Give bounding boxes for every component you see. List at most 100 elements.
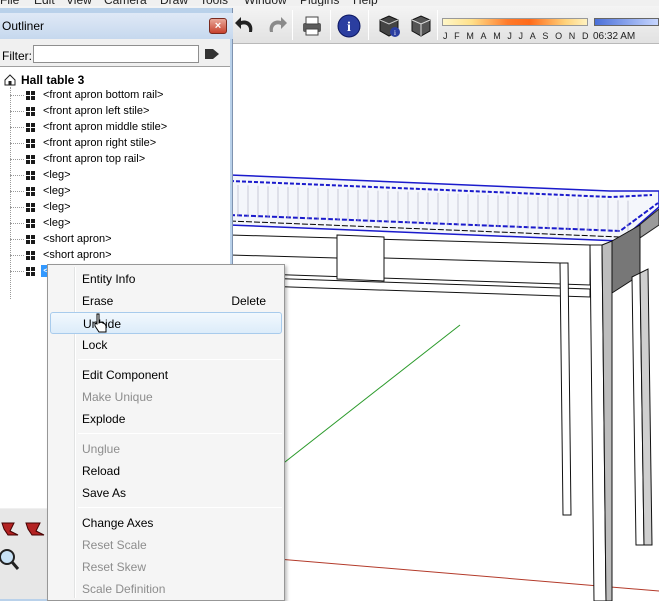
close-icon[interactable]: × bbox=[209, 18, 227, 34]
outliner-details-icon[interactable] bbox=[204, 46, 220, 62]
shadow-month-labels: JFMAMJJASOND bbox=[443, 31, 589, 43]
menu-item-unhide[interactable]: Unhide bbox=[50, 312, 282, 334]
filter-input[interactable] bbox=[33, 45, 199, 63]
menu-separator bbox=[78, 359, 282, 360]
outliner-item[interactable]: <short apron> bbox=[10, 231, 114, 247]
outliner-item-label: <front apron left stile> bbox=[43, 105, 150, 117]
menu-item-shortcut: Delete bbox=[231, 294, 266, 308]
month-label: A bbox=[529, 31, 537, 41]
menu-item-reset-skew: Reset Skew bbox=[50, 556, 282, 578]
outliner-item[interactable]: <leg> bbox=[10, 167, 73, 183]
menu-item-label: Explode bbox=[82, 412, 126, 426]
month-label: J bbox=[507, 31, 513, 41]
filter-label: Filter: bbox=[2, 49, 32, 63]
outliner-item-label: <front apron middle stile> bbox=[43, 121, 168, 133]
model-name: Hall table 3 bbox=[21, 73, 85, 87]
shadow-time-slider[interactable] bbox=[594, 18, 659, 26]
menu-item-entity-info[interactable]: Entity Info bbox=[50, 268, 282, 290]
menu-item-explode[interactable]: Explode bbox=[50, 408, 282, 430]
component-icon bbox=[26, 250, 35, 260]
undo-icon[interactable] bbox=[232, 12, 260, 40]
menu-item-label: Scale Definition bbox=[82, 582, 166, 596]
component-box-icon[interactable] bbox=[407, 12, 435, 40]
svg-text:i: i bbox=[347, 20, 351, 35]
outliner-item-label: <leg> bbox=[43, 217, 71, 229]
month-label: M bbox=[466, 31, 475, 41]
component-icon bbox=[26, 170, 35, 180]
component-icon bbox=[26, 106, 35, 116]
component-icon bbox=[26, 266, 35, 276]
month-label: N bbox=[568, 31, 576, 41]
month-label: J bbox=[518, 31, 524, 41]
menu-item-label: Reset Skew bbox=[82, 560, 147, 574]
month-label: S bbox=[542, 31, 549, 41]
shadow-time-label: 06:32 AM bbox=[593, 31, 636, 42]
month-label: A bbox=[480, 31, 488, 41]
menu-item-edit-component[interactable]: Edit Component bbox=[50, 364, 282, 386]
outliner-item[interactable]: <short apron> bbox=[10, 247, 114, 263]
svg-text:i: i bbox=[394, 29, 396, 37]
outliner-item[interactable]: <leg> bbox=[10, 183, 73, 199]
inner-leg bbox=[559, 262, 572, 516]
print-icon[interactable] bbox=[298, 12, 326, 40]
component-icon bbox=[26, 138, 35, 148]
outliner-item-label: <short apron> bbox=[43, 233, 112, 245]
tree-root[interactable]: Hall table 3 bbox=[4, 73, 84, 87]
outliner-item-label: <leg> bbox=[43, 185, 71, 197]
zoom-icon[interactable] bbox=[0, 549, 20, 570]
menu-item-unglue: Unglue bbox=[50, 438, 282, 460]
outliner-item-label: <leg> bbox=[43, 169, 71, 181]
menu-item-label: Reload bbox=[82, 464, 121, 478]
front-right-leg bbox=[589, 240, 613, 601]
outliner-item[interactable]: <front apron top rail> bbox=[10, 151, 147, 167]
model-home-icon bbox=[4, 74, 16, 86]
outliner-item[interactable]: <leg> bbox=[10, 215, 73, 231]
redo-icon[interactable] bbox=[262, 12, 290, 40]
outliner-item[interactable]: <front apron middle stile> bbox=[10, 119, 169, 135]
month-label: J bbox=[443, 31, 448, 41]
menu-item-make-unique: Make Unique bbox=[50, 386, 282, 408]
menu-separator bbox=[78, 507, 282, 508]
context-menu: Entity Info Erase Delete Unhide Lock Edit Com… bbox=[47, 264, 285, 601]
menu-item-lock[interactable]: Lock bbox=[50, 334, 282, 356]
month-label: D bbox=[581, 31, 589, 41]
outliner-item-label: <front apron top rail> bbox=[43, 153, 146, 165]
walk-icon[interactable] bbox=[1, 522, 19, 536]
menu-item-label: Entity Info bbox=[82, 272, 136, 286]
outliner-item[interactable]: <front apron right stile> bbox=[10, 135, 158, 151]
outliner-title-bar[interactable]: Outliner × bbox=[0, 13, 233, 39]
menu-item-scale-definition: Scale Definition bbox=[50, 578, 282, 600]
menu-item-reset-scale: Reset Scale bbox=[50, 534, 282, 556]
outliner-item-label: <leg> bbox=[43, 201, 71, 213]
component-icon bbox=[26, 218, 35, 228]
menu-item-label: Reset Scale bbox=[82, 538, 147, 552]
outliner-item-label: <front apron bottom rail> bbox=[43, 89, 164, 101]
menu-item-label: Save As bbox=[82, 486, 127, 500]
menu-item-change-axes[interactable]: Change Axes bbox=[50, 512, 282, 534]
menu-separator bbox=[78, 433, 282, 434]
menu-item-erase[interactable]: Erase Delete bbox=[50, 290, 282, 312]
menu-item-reload[interactable]: Reload bbox=[50, 460, 282, 482]
menu-item-label: Lock bbox=[82, 338, 108, 352]
component-info-icon[interactable]: i bbox=[375, 12, 403, 40]
model-info-icon[interactable]: i bbox=[335, 12, 363, 40]
component-icon bbox=[26, 234, 35, 244]
month-label: F bbox=[454, 31, 461, 41]
menu-item-label: Make Unique bbox=[82, 390, 153, 404]
menu-item-label: Edit Component bbox=[82, 368, 169, 382]
menu-item-label: Change Axes bbox=[82, 516, 154, 530]
menu-item-label: Erase bbox=[82, 294, 114, 308]
component-icon bbox=[26, 122, 35, 132]
shadow-date-slider[interactable] bbox=[442, 18, 588, 26]
component-icon bbox=[26, 90, 35, 100]
look-around-icon[interactable] bbox=[25, 522, 45, 536]
menu-item-label: Unglue bbox=[82, 442, 121, 456]
component-icon bbox=[26, 186, 35, 196]
outliner-item[interactable]: <leg> bbox=[10, 199, 73, 215]
menu-item-save-as[interactable]: Save As bbox=[50, 482, 282, 504]
outliner-item[interactable]: <front apron left stile> bbox=[10, 103, 151, 119]
component-icon bbox=[26, 202, 35, 212]
outliner-item[interactable]: <front apron bottom rail> bbox=[10, 87, 165, 103]
mouse-cursor-icon bbox=[94, 313, 107, 333]
outliner-item-label: <short apron> bbox=[43, 249, 112, 261]
